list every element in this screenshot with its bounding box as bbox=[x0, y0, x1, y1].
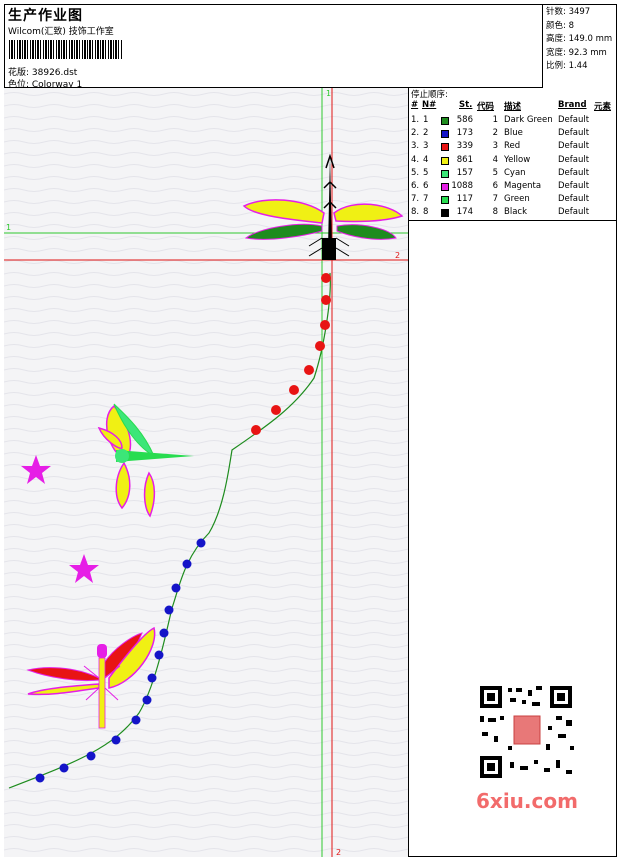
row-stitches: 1088 bbox=[451, 181, 473, 191]
row-code: 2 bbox=[492, 128, 498, 139]
row-num: 5. bbox=[411, 167, 420, 178]
panel-divider bbox=[409, 220, 617, 221]
watermark-text: 6xiu.com bbox=[476, 789, 578, 813]
row-num: 6. bbox=[411, 181, 420, 191]
row-brand: Default bbox=[558, 207, 590, 218]
qr-code-icon bbox=[470, 680, 582, 784]
row-num: 3. bbox=[411, 141, 420, 152]
table-row[interactable]: 1. 1 586 1 Dark Green Default bbox=[409, 115, 617, 128]
row-brand: Default bbox=[558, 128, 590, 139]
color-swatch bbox=[441, 183, 449, 191]
row-num: 2. bbox=[411, 128, 420, 139]
table-row[interactable]: 4. 4 861 4 Yellow Default bbox=[409, 155, 617, 168]
row-num: 4. bbox=[411, 154, 420, 165]
stop-sequence-title: 停止顺序: bbox=[411, 90, 448, 100]
stat-scale: 比例: 1.44 bbox=[546, 61, 588, 72]
row-needle: 6 bbox=[423, 181, 429, 191]
row-code: 3 bbox=[492, 141, 498, 152]
row-code: 8 bbox=[492, 207, 498, 218]
row-code: 5 bbox=[492, 167, 498, 178]
color-swatch bbox=[441, 209, 449, 218]
guide-label-h2: 2 bbox=[395, 251, 400, 260]
row-stitches: 117 bbox=[456, 194, 473, 205]
subtitle: Wilcom(汇致) 技饰工作室 bbox=[8, 27, 114, 37]
row-code: 4 bbox=[492, 154, 498, 165]
guide-label-h1: 1 bbox=[6, 223, 11, 232]
color-swatch bbox=[441, 143, 449, 152]
row-description: Dark Green bbox=[504, 115, 553, 125]
row-description: Red bbox=[504, 141, 521, 152]
stat-colors: 颜色: 8 bbox=[546, 20, 574, 31]
col-header-desc: 描述 bbox=[504, 102, 522, 112]
row-code: 7 bbox=[492, 194, 498, 205]
stats-box: 针数: 3497 颜色: 8 高度: 149.0 mm 宽度: 92.3 mm … bbox=[543, 4, 617, 88]
color-swatch bbox=[441, 169, 449, 178]
table-row[interactable]: 2. 2 173 2 Blue Default bbox=[409, 128, 617, 141]
row-code: 6 bbox=[492, 181, 498, 191]
color-swatch bbox=[441, 196, 449, 205]
row-brand: Default bbox=[558, 194, 590, 205]
table-row[interactable]: 3. 3 339 3 Red Default bbox=[409, 141, 617, 154]
stat-width: 宽度: 92.3 mm bbox=[546, 47, 607, 58]
row-stitches: 157 bbox=[456, 167, 473, 178]
row-brand: Default bbox=[558, 181, 590, 191]
table-row[interactable]: 6. 6 1088 6 Magenta Default bbox=[409, 181, 617, 194]
guide-label-v1: 1 bbox=[326, 89, 331, 98]
row-description: Cyan bbox=[504, 167, 526, 178]
header: 生产作业图 Wilcom(汇致) 技饰工作室 花版: 38926.dst 色位:… bbox=[4, 4, 543, 90]
row-stitches: 174 bbox=[456, 207, 473, 218]
row-code: 1 bbox=[492, 115, 498, 125]
row-needle: 3 bbox=[423, 141, 429, 152]
embroidery-preview: 1 1 2 2 bbox=[4, 88, 408, 857]
row-num: 7. bbox=[411, 194, 420, 205]
row-brand: Default bbox=[558, 167, 590, 178]
row-brand: Default bbox=[558, 141, 590, 152]
row-stitches: 173 bbox=[456, 128, 473, 139]
row-description: Green bbox=[504, 194, 530, 205]
row-description: Black bbox=[504, 207, 527, 218]
row-needle: 2 bbox=[423, 128, 429, 139]
color-swatch bbox=[441, 130, 449, 139]
row-num: 8. bbox=[411, 207, 420, 218]
guide-label-v2: 2 bbox=[336, 848, 341, 857]
color-swatch bbox=[441, 117, 449, 125]
table-row[interactable]: 5. 5 157 5 Cyan Default bbox=[409, 168, 617, 181]
row-needle: 7 bbox=[423, 194, 429, 205]
col-header-n: N# bbox=[422, 100, 437, 110]
color-swatch bbox=[441, 156, 449, 165]
row-needle: 4 bbox=[423, 154, 429, 165]
stat-height: 高度: 149.0 mm bbox=[546, 34, 613, 45]
row-num: 1. bbox=[411, 115, 420, 125]
row-needle: 5 bbox=[423, 167, 429, 178]
row-brand: Default bbox=[558, 154, 590, 165]
table-row[interactable]: 7. 7 117 7 Green Default bbox=[409, 194, 617, 207]
row-stitches: 861 bbox=[456, 154, 473, 165]
row-description: Magenta bbox=[504, 181, 542, 191]
row-description: Yellow bbox=[504, 154, 531, 165]
row-stitches: 339 bbox=[456, 141, 473, 152]
row-needle: 1 bbox=[423, 115, 429, 125]
col-header-element: 元素 bbox=[594, 102, 612, 112]
col-header-brand: Brand bbox=[558, 100, 587, 110]
stat-stitches: 针数: 3497 bbox=[546, 7, 591, 17]
page-title: 生产作业图 bbox=[8, 8, 83, 24]
row-needle: 8 bbox=[423, 207, 429, 218]
col-header-num: # bbox=[411, 100, 419, 110]
row-description: Blue bbox=[504, 128, 523, 139]
table-row[interactable]: 8. 8 174 8 Black Default bbox=[409, 207, 617, 220]
col-header-code: 代码 bbox=[477, 102, 495, 112]
row-stitches: 586 bbox=[456, 115, 473, 125]
design-canvas[interactable]: 1 1 2 2 bbox=[4, 88, 409, 857]
barcode-icon bbox=[9, 40, 122, 59]
row-brand: Default bbox=[558, 115, 590, 125]
col-header-st: St. bbox=[459, 100, 473, 110]
